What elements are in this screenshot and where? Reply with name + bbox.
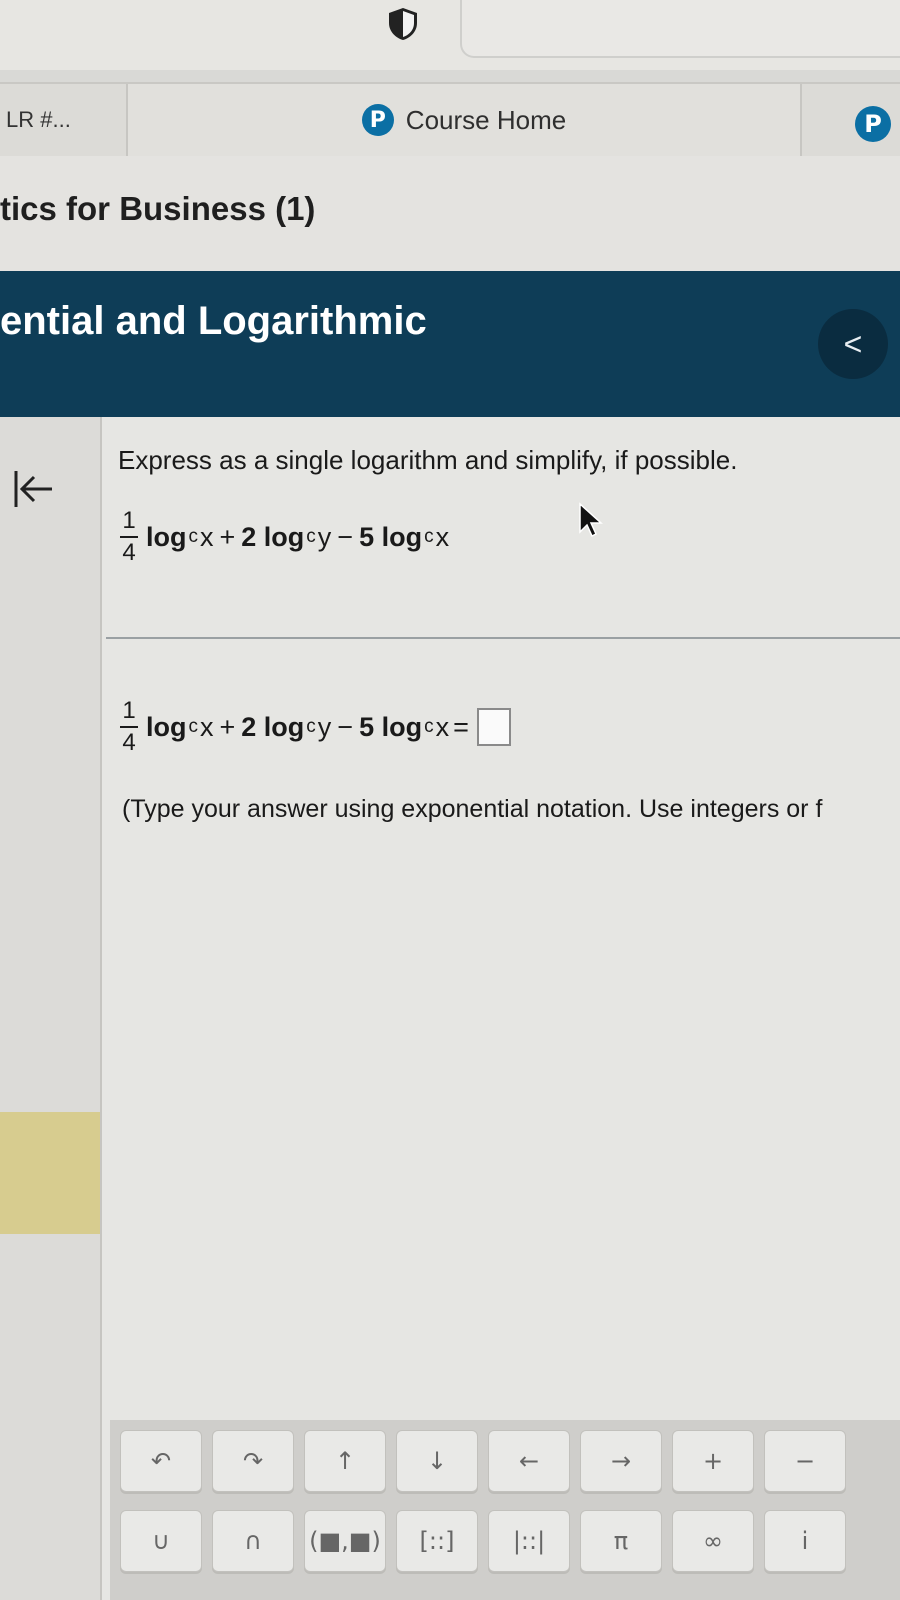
question-sidebar xyxy=(0,417,102,1600)
mouse-pointer-icon xyxy=(579,502,603,538)
key-minus[interactable]: − xyxy=(764,1430,846,1492)
key-redo[interactable]: ↷ xyxy=(212,1430,294,1492)
key-intersection[interactable]: ∩ xyxy=(212,1510,294,1572)
assignment-banner: ential and Logarithmic < xyxy=(0,271,900,417)
key-down[interactable]: ↓ xyxy=(396,1430,478,1492)
key-imaginary[interactable]: i xyxy=(764,1510,846,1572)
shield-icon[interactable] xyxy=(386,6,420,42)
key-matrix[interactable]: [::] xyxy=(396,1510,478,1572)
tab-course-home[interactable]: P Course Home xyxy=(128,84,802,156)
browser-toolbar xyxy=(0,0,900,70)
pearson-tab-icon[interactable]: P xyxy=(855,106,891,142)
answer-hint: (Type your answer using exponential nota… xyxy=(122,795,823,823)
fraction: 1 4 xyxy=(120,509,138,565)
answer-expression: 1 4 log c x + 2 log c y − 5 log c x = xyxy=(120,699,511,755)
course-header: tics for Business (1) xyxy=(0,156,900,271)
tab-lr-label: LR #... xyxy=(6,107,71,132)
key-right[interactable]: → xyxy=(580,1430,662,1492)
fraction: 1 4 xyxy=(120,699,138,755)
sidebar-selected-item[interactable] xyxy=(0,1112,100,1234)
assignment-title: ential and Logarithmic xyxy=(0,299,427,343)
key-left[interactable]: ← xyxy=(488,1430,570,1492)
answer-input[interactable] xyxy=(476,708,511,746)
collapse-sidebar-icon[interactable] xyxy=(10,467,54,511)
key-union[interactable]: ∪ xyxy=(120,1510,202,1572)
key-up[interactable]: ↑ xyxy=(304,1430,386,1492)
pearson-logo-icon: P xyxy=(361,104,394,136)
address-bar[interactable] xyxy=(460,0,900,58)
tab-course-home-label: Course Home xyxy=(405,104,567,135)
key-determinant[interactable]: |::| xyxy=(488,1510,570,1572)
question-expression: 1 4 log c x + 2 log c y − 5 log c x xyxy=(120,509,449,565)
math-keypad: ↶ ↷ ↑ ↓ ← → + −∪ ∩ (■,■) [::] |::| π ∞ i xyxy=(110,1420,900,1600)
tab-strip: LR #... P Course Home xyxy=(0,82,900,158)
collapse-panel-button[interactable]: < xyxy=(818,309,888,379)
course-title: tics for Business (1) xyxy=(0,190,316,227)
section-divider xyxy=(106,637,900,639)
key-undo[interactable]: ↶ xyxy=(120,1430,202,1492)
tab-lr[interactable]: LR #... xyxy=(0,84,128,156)
question-prompt: Express as a single logarithm and simpli… xyxy=(118,445,738,475)
key-infinity[interactable]: ∞ xyxy=(672,1510,754,1572)
key-ordered-pair[interactable]: (■,■) xyxy=(304,1510,386,1572)
key-plus[interactable]: + xyxy=(672,1430,754,1492)
key-pi[interactable]: π xyxy=(580,1510,662,1572)
